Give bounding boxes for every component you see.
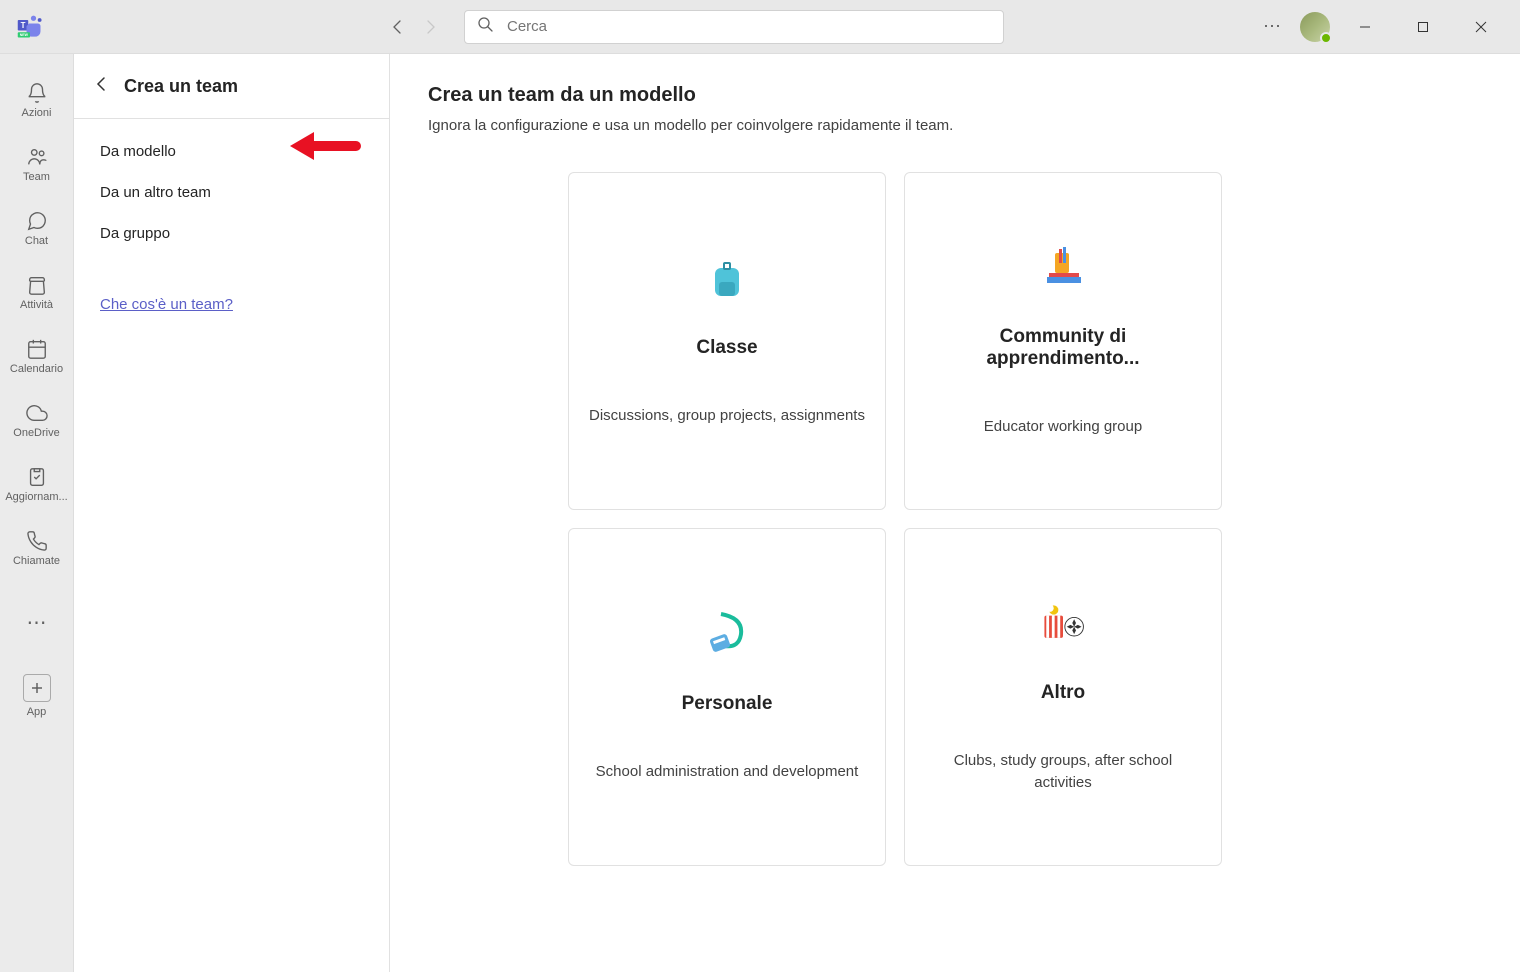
stationery-icon [1037,244,1089,290]
rail-item-app[interactable]: App [0,668,74,724]
search-box[interactable] [464,10,1004,44]
rail-item-chat[interactable]: Chat [0,200,74,256]
rail-label: Chiamate [13,555,60,567]
user-avatar[interactable] [1300,12,1330,42]
close-button[interactable] [1458,11,1504,43]
rail-item-attivita[interactable]: Attività [0,264,74,320]
titlebar: T NEW ⋯ [0,0,1520,54]
svg-text:NEW: NEW [20,33,29,37]
chat-icon [25,209,49,233]
clipboard-icon [25,465,49,489]
add-app-icon [23,674,51,702]
rail-label: Attività [20,299,53,311]
template-card-altro[interactable]: Altro Clubs, study groups, after school … [904,528,1222,866]
help-link-what-is-team[interactable]: Che cos'è un team? [74,284,389,325]
content-area: Crea un team da un modello Ignora la con… [390,54,1520,972]
team-icon [25,145,49,169]
calendar-icon [25,337,49,361]
rail-label: OneDrive [13,427,59,439]
rail-label: Team [23,171,50,183]
maximize-button[interactable] [1400,11,1446,43]
content-subtitle: Ignora la configurazione e usa un modell… [428,117,1482,134]
rail-item-aggiornamenti[interactable]: Aggiornam... [0,456,74,512]
rail-more-button[interactable]: ⋯ [0,594,74,650]
presence-available-icon [1320,32,1332,44]
rail-label: App [27,706,47,718]
settings-ellipsis-button[interactable]: ⋯ [1256,11,1288,43]
panel-menu: Da modello Da un altro team Da gruppo Ch… [74,119,389,337]
panel-back-button[interactable] [94,76,110,97]
template-card-community[interactable]: Community di apprendimento... Educator w… [904,172,1222,510]
backpack-icon [701,255,753,301]
menu-item-da-altro-team[interactable]: Da un altro team [74,172,389,213]
rail-item-onedrive[interactable]: OneDrive [0,392,74,448]
teams-logo-icon: T NEW [16,13,44,41]
rail-label: Aggiornam... [5,491,67,503]
rail-label: Chat [25,235,48,247]
call-icon [25,529,49,553]
panel-title: Crea un team [124,76,238,97]
template-description: Discussions, group projects, assignments [589,405,865,428]
panel-header: Crea un team [74,54,389,119]
bell-icon [25,81,49,105]
rail-label: Calendario [10,363,63,375]
template-title: Personale [682,693,773,715]
rail-item-calendario[interactable]: Calendario [0,328,74,384]
rail-label: Azioni [22,107,52,119]
nav-back-button[interactable] [382,11,414,43]
assignments-icon [25,273,49,297]
template-card-classe[interactable]: Classe Discussions, group projects, assi… [568,172,886,510]
cloud-icon [25,401,49,425]
template-description: Educator working group [984,416,1142,439]
ellipsis-icon: ⋯ [25,610,49,634]
template-title: Community di apprendimento... [925,326,1201,370]
lanyard-icon [701,611,753,657]
svg-text:T: T [21,20,26,29]
nav-forward-button[interactable] [414,11,446,43]
create-team-panel: Crea un team Da modello Da un altro team… [74,54,390,972]
rail-item-team[interactable]: Team [0,136,74,192]
rail-item-azioni[interactable]: Azioni [0,72,74,128]
minimize-button[interactable] [1342,11,1388,43]
content-title: Crea un team da un modello [428,84,1482,107]
search-input[interactable] [507,18,991,35]
menu-item-da-modello[interactable]: Da modello [74,131,389,172]
template-description: School administration and development [596,761,859,784]
search-icon [477,16,493,37]
rail-item-chiamate[interactable]: Chiamate [0,520,74,576]
menu-item-da-gruppo[interactable]: Da gruppo [74,213,389,254]
template-title: Altro [1041,682,1085,704]
activities-icon [1037,600,1089,646]
template-description: Clubs, study groups, after school activi… [925,750,1201,795]
main-container: Azioni Team Chat Attività Calendario [0,54,1520,972]
app-rail: Azioni Team Chat Attività Calendario [0,54,74,972]
template-title: Classe [696,337,757,359]
template-grid: Classe Discussions, group projects, assi… [568,172,1482,866]
template-card-personale[interactable]: Personale School administration and deve… [568,528,886,866]
